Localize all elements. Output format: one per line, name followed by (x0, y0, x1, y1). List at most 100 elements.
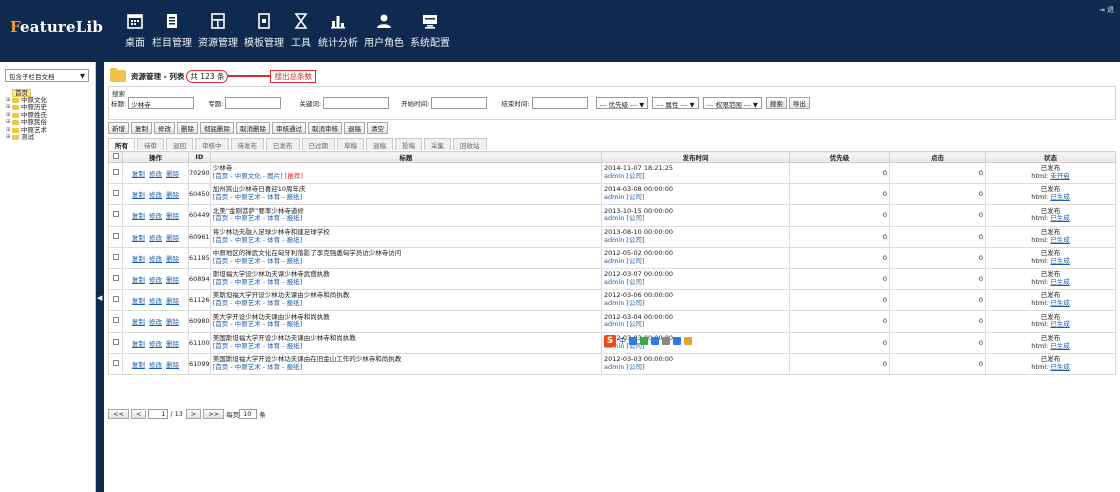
row-checkbox[interactable] (108, 310, 123, 333)
app-logo[interactable]: FeatureLib (10, 18, 103, 36)
row-path[interactable]: [首页 - 中原艺术 - 体育 - 报纸] (213, 193, 303, 201)
row-checkbox[interactable] (108, 289, 123, 312)
row-path[interactable]: [首页 - 中原艺术 - 体育 - 报纸] (213, 278, 303, 286)
next-page-button[interactable]: > (185, 409, 202, 419)
copy-link[interactable]: 复制 (132, 191, 145, 199)
row-publisher[interactable]: admin [公司] (604, 363, 789, 372)
edit-link[interactable]: 修改 (149, 318, 162, 326)
start-time-input[interactable] (431, 97, 488, 109)
delete-link[interactable]: 删除 (166, 297, 179, 305)
edit-link[interactable]: 修改 (149, 297, 162, 305)
row-publisher[interactable]: admin [公司] (604, 236, 789, 245)
toolbar-button-0[interactable]: 新增 (108, 122, 129, 134)
row-checkbox[interactable] (108, 352, 123, 375)
logout-link[interactable]: ⇥ 退 (1099, 5, 1114, 15)
html-status-link[interactable]: 已生成 (1050, 214, 1070, 223)
col-status[interactable]: 状态 (985, 151, 1116, 163)
row-path[interactable]: [首页 - 中原艺术 - 体育 - 报纸] (213, 257, 303, 265)
nav-item-6[interactable]: 用户角色 (364, 0, 404, 62)
export-button[interactable]: 导出 (788, 97, 810, 109)
delete-link[interactable]: 删除 (166, 361, 179, 369)
row-path[interactable]: [首页 - 中原艺术 - 体育 - 报纸] (213, 236, 303, 244)
row-publisher[interactable]: admin [公司] (604, 321, 789, 329)
col-priority[interactable]: 优先级 (789, 151, 890, 163)
table-row[interactable]: 复制 修改 删除 61099 美国斯坦福大学开设少林功夫课由在旧金山工作的少林寺和尚… (108, 352, 1116, 375)
col-time[interactable]: 发布时间 (601, 151, 790, 163)
nav-item-4[interactable]: 工具 (290, 0, 312, 62)
delete-link[interactable]: 删除 (166, 234, 179, 242)
sidebar-splitter[interactable]: ◀ (96, 62, 104, 492)
copy-link[interactable]: 复制 (132, 212, 145, 220)
row-path[interactable]: [首页 - 中原艺术 - 体育 - 报纸] (213, 299, 303, 307)
edit-link[interactable]: 修改 (149, 170, 162, 178)
copy-link[interactable]: 复制 (132, 297, 145, 305)
table-row[interactable]: 复制 修改 删除 60980 美大学开设少林功夫课由少林寺和尚执教 [首页 - 中原艺… (108, 310, 1116, 333)
row-publisher[interactable]: admin [公司] (604, 299, 789, 308)
tab-6[interactable]: 已过期 (301, 138, 335, 150)
copy-link[interactable]: 复制 (132, 361, 145, 369)
toolbar-button-9[interactable]: 清空 (367, 122, 388, 134)
col-title[interactable]: 标题 (209, 151, 603, 163)
html-status-link[interactable]: 已生成 (1050, 299, 1070, 307)
nav-item-2[interactable]: 资源管理 (198, 0, 238, 62)
title-search-input[interactable]: 少林寺 (128, 97, 195, 109)
html-status-link[interactable]: 已生成 (1050, 278, 1070, 286)
tree-node-6[interactable]: ⊞ 测试 (6, 133, 47, 142)
table-row[interactable]: 复制 修改 删除 61126 美斯坦福大学开设少林功夫课由少林寺和尚执教 [首页 - … (108, 289, 1116, 312)
edit-link[interactable]: 修改 (149, 212, 162, 220)
toolbar-button-2[interactable]: 修改 (154, 122, 175, 134)
delete-link[interactable]: 删除 (166, 255, 179, 263)
nav-item-5[interactable]: 统计分析 (318, 0, 358, 62)
edit-link[interactable]: 修改 (149, 191, 162, 199)
row-path[interactable]: [首页 - 中原艺术 - 体育 - 报纸] (213, 214, 303, 223)
page-number-input[interactable]: 1 (148, 409, 169, 419)
edit-link[interactable]: 修改 (149, 234, 162, 242)
toolbar-button-3[interactable]: 删除 (177, 122, 198, 134)
tab-5[interactable]: 已发布 (266, 138, 300, 150)
tab-4[interactable]: 待发布 (230, 138, 264, 150)
copy-link[interactable]: 复制 (132, 318, 145, 326)
tab-8[interactable]: 退稿 (366, 138, 393, 150)
html-status-link[interactable]: 已生成 (1050, 342, 1070, 350)
row-path[interactable]: [首页 - 中原艺术 - 体育 - 报纸] (213, 320, 303, 329)
attribute-select[interactable]: --- 属性 --- ▼ (652, 97, 699, 109)
tab-11[interactable]: 回收站 (453, 138, 487, 150)
toolbar-button-1[interactable]: 复制 (131, 122, 152, 134)
row-checkbox[interactable] (108, 161, 123, 185)
edit-link[interactable]: 修改 (149, 361, 162, 369)
row-path[interactable]: [首页 - 中原艺术 - 体育 - 报纸] (213, 363, 303, 371)
html-status-link[interactable]: 已生成 (1050, 236, 1070, 244)
search-button[interactable]: 搜索 (765, 97, 787, 109)
collapse-arrow-icon[interactable]: ◀ (97, 294, 102, 302)
table-row[interactable]: 复制 修改 删除 60894 斯坦福大学设少林功夫课少林寺武僧执教 [首页 - 中原艺… (108, 267, 1116, 291)
nav-item-0[interactable]: 桌面 (124, 0, 146, 62)
tab-7[interactable]: 草稿 (337, 138, 364, 150)
html-status-link[interactable]: 已生成 (1050, 363, 1070, 371)
select-all-checkbox[interactable] (108, 151, 123, 163)
topic-input[interactable] (225, 97, 282, 109)
scope-select[interactable]: --- 权限范围 --- ▼ (702, 97, 762, 109)
table-row[interactable]: 复制 修改 删除 60961 将少林功夫融入足球少林寺和建足球学校 [首页 - 中原艺… (108, 225, 1116, 248)
delete-link[interactable]: 删除 (166, 276, 179, 284)
delete-link[interactable]: 删除 (166, 170, 179, 178)
table-row[interactable]: 复制 修改 删除 60450 加州嵩山少林寺日喜迎10周年庆 [首页 - 中原艺术 -… (108, 183, 1116, 206)
row-publisher[interactable]: admin [公司] (604, 278, 789, 287)
html-status-link[interactable]: 未开启 (1050, 172, 1070, 180)
row-checkbox[interactable] (108, 183, 123, 206)
table-row[interactable]: 复制 修改 删除 60449 北美“金刚菩萨”要率少林寺道修 [首页 - 中原艺术 -… (108, 204, 1116, 227)
edit-link[interactable]: 修改 (149, 340, 162, 348)
copy-link[interactable]: 复制 (132, 234, 145, 242)
html-status-link[interactable]: 已生成 (1050, 193, 1070, 201)
copy-link[interactable]: 复制 (132, 255, 145, 263)
nav-item-3[interactable]: 模板管理 (244, 0, 284, 62)
nav-item-1[interactable]: 栏目管理 (152, 0, 192, 62)
row-publisher[interactable]: admin [公司] (604, 193, 789, 202)
priority-select[interactable]: --- 优先级 --- ▼ (595, 97, 649, 109)
tab-9[interactable]: 投稿 (395, 138, 422, 150)
first-page-button[interactable]: << (108, 409, 129, 419)
toolbar-button-5[interactable]: 取消删除 (236, 122, 270, 134)
table-row[interactable]: 复制 修改 删除 70290 少林寺 [首页 - 中原文化 - 图片] [推荐] 201… (108, 161, 1116, 185)
copy-link[interactable]: 复制 (132, 340, 145, 348)
per-page-input[interactable]: 10 (239, 409, 258, 419)
row-checkbox[interactable] (108, 246, 123, 269)
